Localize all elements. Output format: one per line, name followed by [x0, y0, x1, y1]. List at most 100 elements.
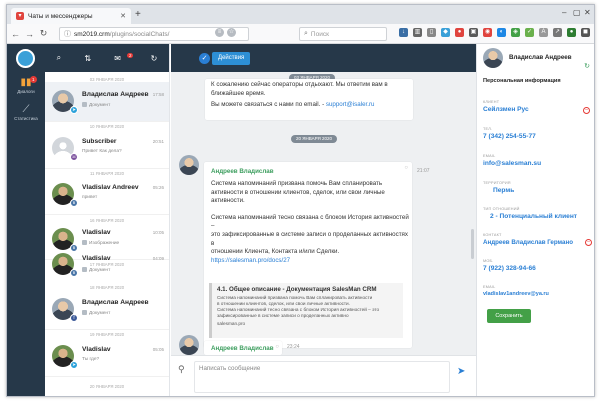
close-window-icon[interactable]: ✕	[584, 8, 591, 17]
chat-list-item[interactable]: ☏ Subscriber 20:51 Привет Как дела?	[45, 129, 169, 169]
chat-list-item[interactable]: ➤ Владислав Андреев 17:58 Документ	[45, 82, 169, 122]
chat-list-header: ⌕ ⇅ ✉ 2 ↻	[45, 44, 169, 72]
search-icon[interactable]: ⌕	[57, 53, 61, 63]
sync-icon[interactable]: ◐	[497, 28, 506, 37]
unlink-client-icon[interactable]: –	[583, 107, 590, 114]
message-line: отношении Клиента, Контакта и/или Сделки…	[211, 248, 340, 256]
unlink-contact-icon[interactable]: –	[585, 239, 592, 246]
adblock-icon[interactable]: ✓	[525, 28, 534, 37]
message-composer: ⚲ Написать сообщение ➤	[171, 355, 476, 396]
select-check-icon[interactable]: ✓	[199, 53, 210, 64]
forward-icon[interactable]: →	[24, 29, 35, 39]
translate-icon[interactable]: A	[539, 28, 548, 37]
tab-title: Чаты и мессенджеры	[28, 12, 93, 20]
client-link[interactable]: Сейлзмен Рус	[483, 106, 529, 113]
message-line: Система напоминаний тесно связана с блок…	[211, 213, 409, 230]
message-line: К сожалению сейчас операторы отдыхают. М…	[211, 81, 388, 88]
pocket-icon[interactable]: ●	[455, 28, 464, 37]
reload-icon[interactable]: ↻	[38, 28, 49, 39]
addon-icon[interactable]: ◉	[483, 28, 492, 37]
profile-name: Владислав Андреев	[509, 54, 572, 61]
vpn-icon[interactable]: ◈	[511, 28, 520, 37]
message-time: 21:07	[417, 168, 430, 174]
chat-list-item[interactable]: в Vladislav 04:09 Документ	[45, 243, 169, 283]
browser-tab[interactable]: ▾ Чаты и мессенджеры ✕	[11, 8, 131, 24]
message-link[interactable]: https://salesman.pro/docs/27	[211, 257, 411, 266]
refresh-icon[interactable]: ↻	[584, 62, 590, 70]
chat-time: 05:05	[152, 347, 164, 352]
extension-icon[interactable]: ◆	[441, 28, 450, 37]
document-icon	[82, 310, 87, 315]
browser-search[interactable]: ⌕ Поиск	[299, 27, 387, 41]
app-logo[interactable]	[16, 49, 35, 68]
contact-link[interactable]: Андреев Владислав Германо	[483, 239, 573, 246]
link-preview-source: salesman.pro	[217, 321, 246, 326]
chat-time: 17:58	[152, 92, 164, 97]
chat-name: Vladislav	[82, 229, 111, 236]
download-icon[interactable]: ↓	[399, 28, 408, 37]
chat-time: 04:09	[152, 256, 164, 261]
email-link[interactable]: support@isaler.ru	[326, 101, 375, 108]
library-icon[interactable]: ▥	[413, 28, 422, 37]
maximize-icon[interactable]: ▢	[573, 8, 581, 17]
message-input[interactable]: Написать сообщение	[194, 361, 450, 393]
send-icon[interactable]: ➤	[457, 366, 465, 377]
email-value[interactable]: vladislav1andreev@ya.ru	[483, 291, 549, 297]
reader-icon[interactable]: ≡	[215, 28, 224, 37]
date-divider: 20 ЯНВАРЯ 2020	[291, 135, 338, 143]
rail-item-statistics[interactable]: ⟋ Статистика	[7, 104, 45, 121]
phone-value[interactable]: 7 (342) 254-55-77	[483, 133, 536, 140]
share-icon[interactable]: ↗	[553, 28, 562, 37]
tab-bar: ▾ Чаты и мессенджеры ✕ + – ▢ ✕	[7, 5, 594, 24]
chat-list-item[interactable]: f Владислав Андреев Документ	[45, 290, 169, 330]
message-bubble: Андреев Владислав ○	[204, 341, 282, 355]
profile-panel: Владислав Андреев ↻ Персональная информа…	[476, 44, 594, 396]
mobile-value[interactable]: 7 (922) 328-94-66	[483, 265, 536, 272]
chat-bubbles-icon: ▮▮	[20, 77, 32, 88]
green-extension-icon[interactable]: ●	[567, 28, 576, 37]
close-tab-icon[interactable]: ✕	[120, 12, 126, 20]
paperclip-icon[interactable]: ⚲	[178, 364, 185, 375]
link-preview[interactable]: 4.1. Общее описание - Документация Sales…	[209, 283, 403, 338]
message-menu-icon[interactable]: ○	[275, 344, 279, 350]
email-value[interactable]: info@salesman.su	[483, 160, 541, 167]
telegram-icon: ➤	[70, 361, 78, 369]
chat-list-item[interactable]: ➤ Vladislav 05:05 Ты где?	[45, 337, 169, 377]
chat-name: Vladislav	[82, 255, 111, 262]
chat-name: Владислав Андреев	[82, 91, 149, 98]
back-icon[interactable]: ←	[10, 29, 21, 39]
message-line: активности в отношении клиентов, сделок,…	[211, 188, 385, 196]
sort-icon[interactable]: ⇅	[84, 54, 91, 63]
message-line: активности.	[211, 197, 245, 205]
territory-value: Пермь	[493, 187, 515, 194]
save-button[interactable]: Сохранить	[487, 309, 531, 323]
chat-preview: Ты где?	[82, 357, 100, 362]
chat-preview: Документ	[82, 310, 110, 316]
info-icon[interactable]: ⓘ	[64, 29, 71, 39]
section-title: Персональная информация	[483, 78, 561, 84]
navigation-bar: ← → ↻ ⓘ sm2019.crm/plugins/socialChats/ …	[7, 24, 594, 44]
refresh-icon[interactable]: ↻	[151, 54, 158, 63]
chat-list-item[interactable]: в Vladislav Andreev 05:26 привет	[45, 175, 169, 215]
messages-icon[interactable]: ✉ 2	[114, 52, 134, 63]
actions-button[interactable]: Действия	[212, 52, 251, 65]
message-menu-icon[interactable]: ○	[404, 165, 408, 171]
bookmark-icon[interactable]: ☆	[227, 28, 236, 37]
link-preview-line: зафиксированные в системе записи о проде…	[217, 313, 349, 318]
sidebar-icon[interactable]: ▯	[427, 28, 436, 37]
scrollbar[interactable]	[471, 229, 474, 259]
field-label: КОНТАКТ	[483, 233, 502, 237]
chat-list: ⌕ ⇅ ✉ 2 ↻ 03 ЯНВАРЯ 2020 ➤ Владислав Андр…	[45, 44, 170, 396]
profile-avatar	[483, 48, 503, 68]
app-favicon-icon: ▾	[16, 12, 24, 20]
field-label: ТЕРРИТОРИЯ	[483, 181, 511, 185]
link-preview-title: 4.1. Общее описание - Документация Sales…	[217, 286, 377, 293]
rail-item-dialogs[interactable]: ▮▮ 1 Диалоги	[7, 76, 45, 94]
chat-preview: привет	[82, 195, 98, 200]
extension-2-icon[interactable]: ◼	[581, 28, 590, 37]
message-body: Система напоминаний призвана помочь Вам …	[211, 180, 411, 265]
message-text: Вы можете связаться с нами по email.	[211, 101, 321, 109]
minimize-icon[interactable]: –	[562, 8, 566, 17]
new-tab-icon[interactable]: +	[135, 9, 141, 20]
screenshot-icon[interactable]: ▣	[469, 28, 478, 37]
